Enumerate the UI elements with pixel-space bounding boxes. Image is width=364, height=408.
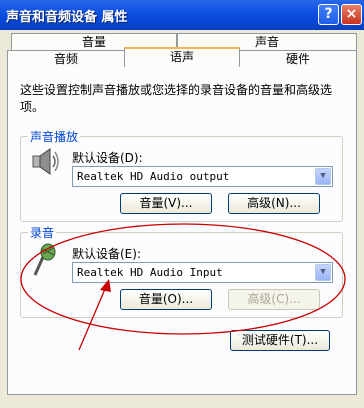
chevron-down-icon[interactable]: ▼ — [315, 264, 331, 281]
title-bar[interactable]: 声音和音频设备 属性 ? × — [0, 0, 364, 30]
playback-group-title: 声音播放 — [28, 128, 81, 145]
recording-advanced-button: 高级(C)... — [228, 289, 320, 310]
sound-audio-properties-window: 声音和音频设备 属性 ? × 音量 声音 音频 语声 硬件 这些设置控制声音播放… — [0, 0, 364, 408]
playback-device-label: 默认设备(D): — [72, 151, 143, 165]
playback-advanced-button[interactable]: 高级(N)... — [228, 193, 320, 214]
tab-audio[interactable]: 音频 — [7, 50, 125, 66]
description-text: 这些设置控制声音播放或您选择的录音设备的音量和高级选项。 — [20, 83, 333, 114]
recording-device-value: Realtek HD Audio Input — [77, 266, 223, 279]
help-button[interactable]: ? — [318, 4, 339, 25]
playback-volume-button[interactable]: 音量(V)... — [120, 193, 212, 214]
recording-device-label: 默认设备(E): — [72, 247, 141, 261]
microphone-icon — [33, 243, 56, 276]
recording-volume-button[interactable]: 音量(O)... — [120, 289, 212, 310]
tab-voice[interactable]: 语声 — [124, 47, 240, 67]
playback-device-select[interactable]: Realtek HD Audio output ▼ — [72, 166, 333, 187]
close-button[interactable]: × — [341, 4, 362, 25]
playback-device-value: Realtek HD Audio output — [77, 170, 230, 183]
recording-device-select[interactable]: Realtek HD Audio Input ▼ — [72, 262, 333, 283]
test-hardware-button[interactable]: 测试硬件(T)... — [230, 330, 330, 351]
tab-hardware[interactable]: 硬件 — [239, 50, 357, 66]
speaker-icon — [32, 148, 59, 175]
recording-group-title: 录音 — [28, 224, 57, 241]
chevron-down-icon[interactable]: ▼ — [315, 168, 331, 185]
window-title: 声音和音频设备 属性 — [6, 10, 128, 25]
